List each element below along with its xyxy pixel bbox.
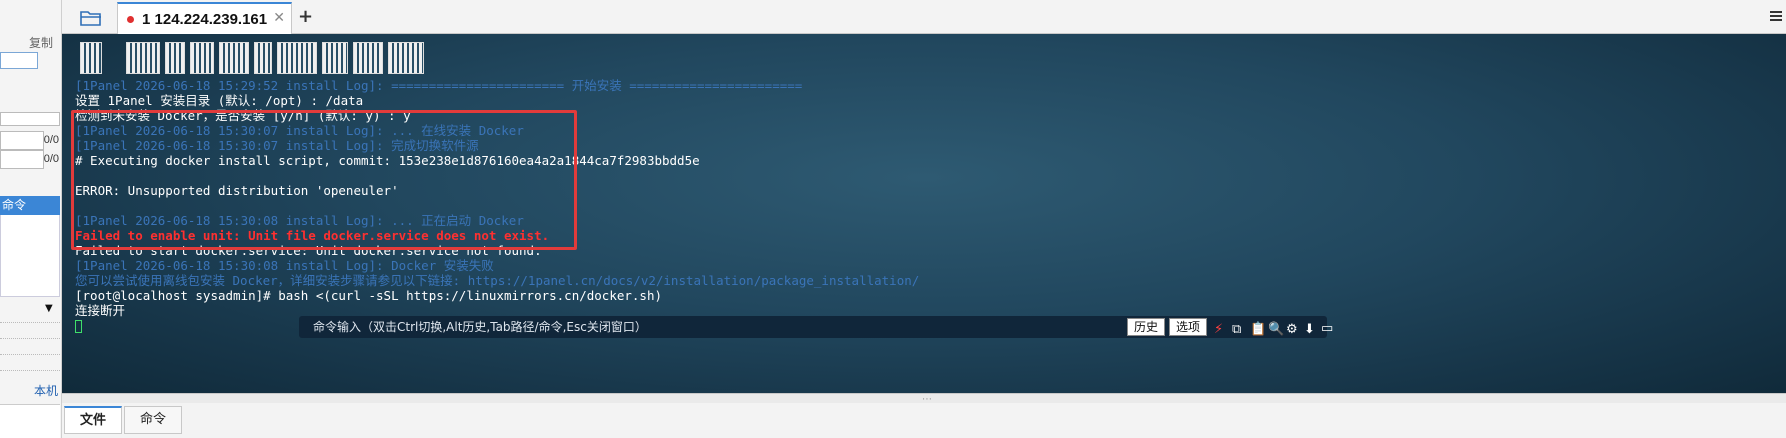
- gear-icon[interactable]: ⚙: [1286, 319, 1298, 341]
- download-icon[interactable]: ⬇: [1304, 319, 1315, 341]
- dropdown-arrow-icon[interactable]: ▼: [45, 303, 53, 314]
- panel-splitter[interactable]: ⋯: [62, 393, 1786, 405]
- terminal-line: [1Panel 2026-06-18 15:30:08 install Log]…: [75, 258, 494, 273]
- left-panel: 复制 0/0 0/0 命令 ▼ 本机: [0, 0, 62, 438]
- divider: [0, 322, 60, 323]
- terminal-view[interactable]: [1Panel 2026-06-18 15:29:52 install Log]…: [62, 34, 1786, 393]
- menu-icon[interactable]: [1770, 11, 1782, 21]
- cursor-block: [75, 320, 82, 333]
- command-input-bar[interactable]: 命令输入（双击Ctrl切换,Alt历史,Tab路径/命令,Esc关闭窗口） 历史…: [299, 316, 1333, 341]
- options-button[interactable]: 选项: [1169, 318, 1208, 336]
- ascii-logo-banner: [80, 42, 424, 74]
- copy-link[interactable]: 复制: [29, 34, 53, 51]
- divider: [0, 354, 60, 355]
- terminal-line: 您可以尝试使用离线包安装 Docker，详细安装步骤请参见以下链接: https…: [75, 273, 920, 288]
- highlight-annotation-box: [71, 110, 577, 250]
- session-tab-bar: 1 124.224.239.161 ✕ +: [62, 0, 1786, 34]
- search-input-2[interactable]: [0, 150, 44, 169]
- open-folder-icon[interactable]: [80, 9, 102, 26]
- copy-icon[interactable]: ⧉: [1232, 319, 1241, 341]
- local-file-list[interactable]: [0, 404, 60, 438]
- local-label[interactable]: 本机: [34, 382, 58, 399]
- list-item-selected[interactable]: 命令: [0, 196, 60, 215]
- lightning-icon[interactable]: ⚡: [1214, 319, 1223, 341]
- search-icon[interactable]: 🔍: [1268, 319, 1284, 341]
- command-input-hint: 命令输入（双击Ctrl切换,Alt历史,Tab路径/命令,Esc关闭窗口）: [313, 320, 647, 334]
- terminal-line: [root@localhost sysadmin]# bash <(curl -…: [75, 288, 662, 303]
- terminal-line: [1Panel 2026-06-18 15:29:52 install Log]…: [75, 78, 803, 93]
- close-icon[interactable]: ✕: [273, 10, 285, 26]
- session-tab-label: 1 124.224.239.161: [142, 10, 268, 28]
- search-input-1[interactable]: [0, 131, 44, 150]
- match-count-2: 0/0: [43, 153, 59, 165]
- paste-icon[interactable]: 📋: [1250, 319, 1266, 341]
- match-count-1: 0/0: [43, 134, 59, 146]
- path-input[interactable]: [0, 52, 38, 69]
- terminal-line: 设置 1Panel 安装目录 (默认: /opt) : /data: [75, 93, 364, 108]
- divider: [0, 370, 60, 371]
- tab-files[interactable]: 文件: [64, 406, 122, 434]
- window-icon[interactable]: ▭: [1321, 318, 1333, 340]
- connection-status-icon: [127, 15, 134, 23]
- session-tab[interactable]: 1 124.224.239.161 ✕: [117, 2, 292, 34]
- tab-commands[interactable]: 命令: [124, 406, 182, 434]
- filter-input[interactable]: [0, 112, 60, 126]
- history-button[interactable]: 历史: [1127, 318, 1166, 336]
- divider: [0, 338, 60, 339]
- new-tab-button[interactable]: +: [298, 6, 313, 27]
- command-list[interactable]: [0, 215, 60, 297]
- bottom-tab-bar: 文件 命令: [62, 403, 1786, 438]
